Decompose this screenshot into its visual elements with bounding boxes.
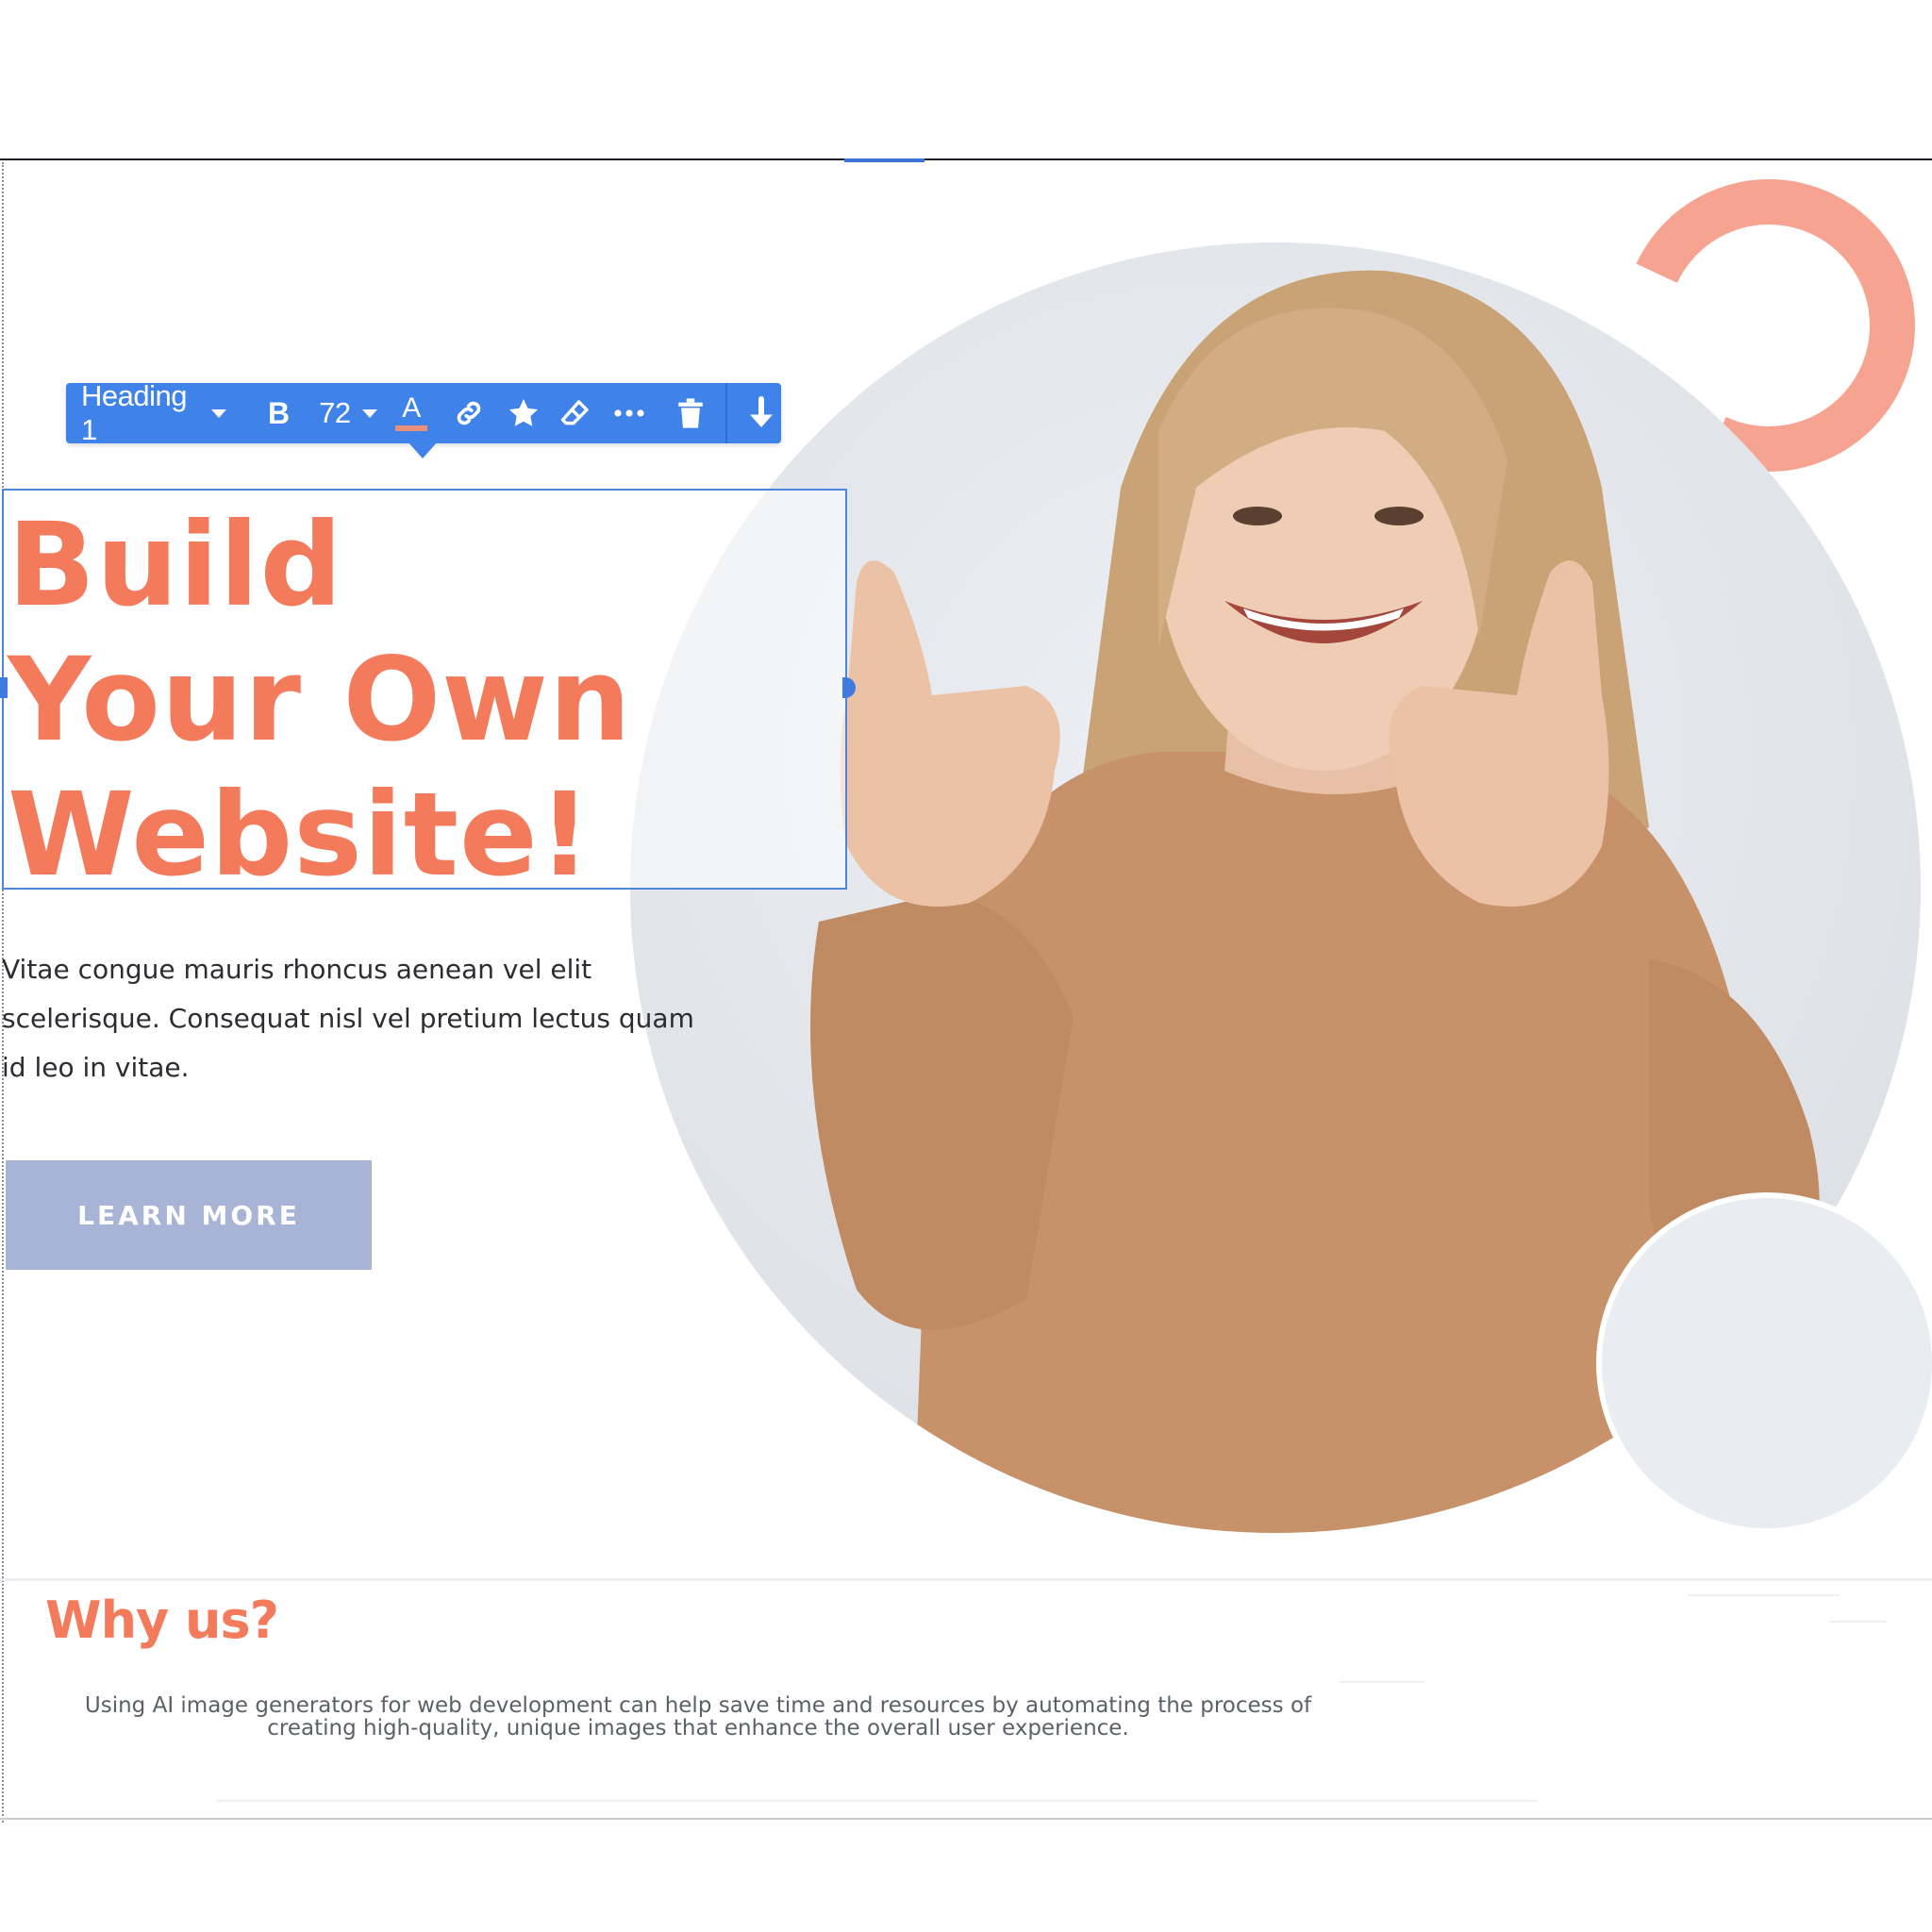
- section-divider: [0, 1578, 1932, 1581]
- clear-format-button[interactable]: [556, 383, 594, 443]
- faint-divider: [217, 1800, 1538, 1802]
- learn-more-button[interactable]: LEARN MORE: [6, 1160, 372, 1270]
- why-us-text[interactable]: Using AI image generators for web develo…: [57, 1694, 1340, 1740]
- why-us-heading[interactable]: Why us?: [45, 1591, 279, 1650]
- text-style-label: Heading 1: [81, 379, 187, 446]
- favorite-button[interactable]: [504, 383, 542, 443]
- link-button[interactable]: [450, 383, 489, 443]
- canvas-bottom-border: [0, 1818, 1932, 1820]
- canvas-top-border: [0, 158, 1932, 160]
- font-size-value: 72: [319, 396, 351, 429]
- move-down-button[interactable]: [742, 383, 781, 443]
- hero-heading-line: Your Own: [8, 633, 632, 767]
- hero-heading-line: Build: [8, 498, 343, 632]
- text-color-button[interactable]: A: [392, 383, 431, 443]
- text-color-swatch: [395, 425, 428, 431]
- toolbar-separator: [724, 383, 727, 443]
- font-size-dropdown[interactable]: 72: [319, 383, 377, 443]
- decorative-small-circle: [1602, 1198, 1932, 1528]
- bold-button[interactable]: B: [262, 383, 294, 443]
- eraser-icon: [560, 400, 589, 425]
- toolbar-pointer: [408, 441, 438, 458]
- chevron-down-icon: [361, 408, 377, 418]
- faint-divider: [1340, 1681, 1424, 1683]
- link-icon: [458, 401, 481, 425]
- trash-icon: [678, 398, 704, 428]
- delete-button[interactable]: [672, 383, 710, 443]
- hero-heading[interactable]: Build Your Own Website!: [8, 498, 838, 903]
- star-icon: [508, 399, 538, 426]
- text-color-icon: A: [402, 392, 422, 424]
- arrow-down-icon: [750, 396, 774, 427]
- canvas-top-accent: [844, 158, 924, 162]
- text-style-dropdown[interactable]: Heading 1: [81, 379, 227, 446]
- hero-paragraph[interactable]: Vitae congue mauris rhoncus aenean vel e…: [2, 945, 719, 1092]
- selection-handle-left[interactable]: [0, 677, 8, 698]
- faint-divider: [1689, 1594, 1840, 1596]
- text-format-toolbar: Heading 1 B 72 A: [66, 379, 781, 446]
- hero-heading-line: Website!: [8, 768, 592, 902]
- more-options-button[interactable]: [609, 383, 648, 443]
- faint-divider: [1830, 1621, 1887, 1623]
- bold-icon: B: [267, 395, 290, 430]
- more-icon: [614, 409, 644, 417]
- chevron-down-icon: [211, 408, 227, 418]
